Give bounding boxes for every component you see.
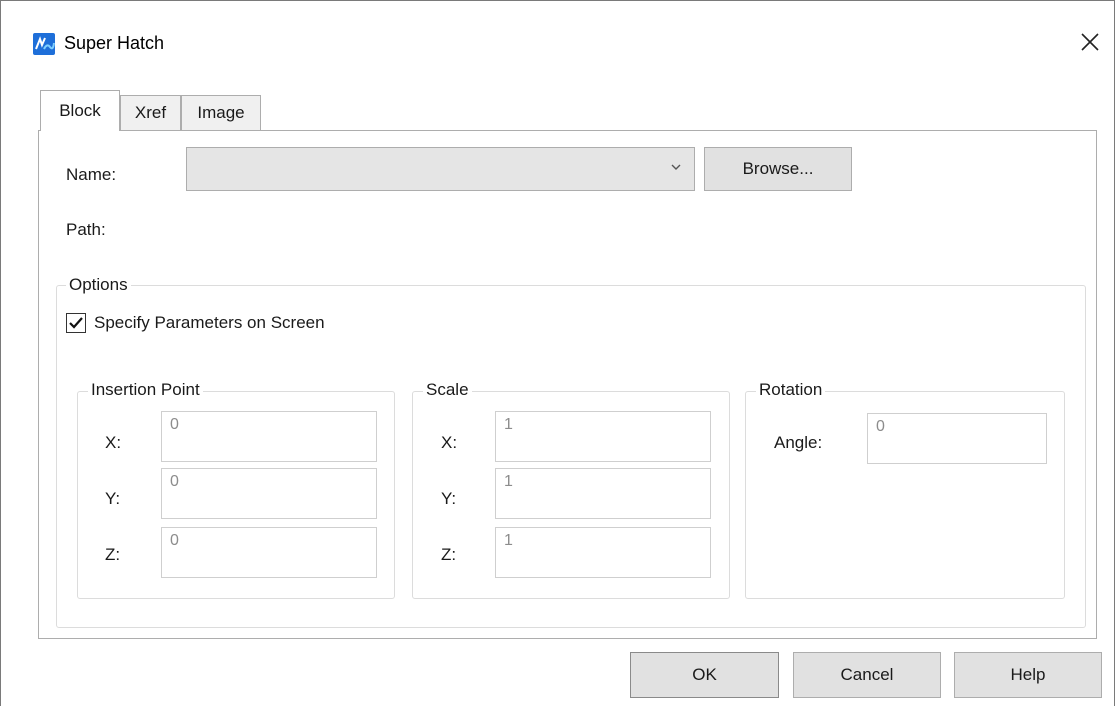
tab-xref[interactable]: Xref	[120, 95, 181, 130]
cancel-button[interactable]: Cancel	[793, 652, 941, 698]
help-button[interactable]: Help	[954, 652, 1102, 698]
browse-button[interactable]: Browse...	[704, 147, 852, 191]
scale-y-label: Y:	[441, 489, 457, 508]
tab-block[interactable]: Block	[40, 90, 120, 131]
help-button-label: Help	[1010, 665, 1046, 684]
insertion-x-label: X:	[105, 433, 122, 452]
ok-button-label: OK	[692, 665, 717, 684]
chevron-down-icon	[671, 164, 681, 170]
insertion-point-caption: Insertion Point	[88, 379, 203, 401]
scale-caption: Scale	[423, 379, 472, 401]
close-icon	[1081, 33, 1099, 51]
window-border-top	[0, 0, 1115, 1]
window-border-left	[0, 0, 1, 706]
scale-x-field[interactable]: 1	[495, 411, 711, 462]
window-title: Super Hatch	[64, 33, 165, 53]
tab-label: Xref	[134, 103, 167, 122]
cancel-button-label: Cancel	[840, 665, 894, 684]
scale-z-field[interactable]: 1	[495, 527, 711, 578]
rotation-caption: Rotation	[756, 379, 826, 401]
tab-image[interactable]: Image	[181, 95, 261, 130]
tab-label: Image	[197, 103, 245, 122]
checkmark-icon	[69, 317, 83, 329]
path-label: Path:	[66, 220, 106, 239]
super-hatch-app-icon	[33, 33, 55, 55]
tab-label: Block	[59, 101, 101, 120]
insertion-y-field[interactable]: 0	[161, 468, 377, 519]
options-caption: Options	[66, 274, 131, 296]
scale-x-label: X:	[441, 433, 458, 452]
insertion-x-field[interactable]: 0	[161, 411, 377, 462]
rotation-angle-field[interactable]: 0	[867, 413, 1047, 464]
rotation-angle-label: Angle:	[774, 433, 823, 452]
insertion-y-label: Y:	[105, 489, 121, 508]
specify-parameters-checkbox[interactable]	[66, 313, 86, 333]
browse-button-label: Browse...	[742, 159, 814, 178]
insertion-z-field[interactable]: 0	[161, 527, 377, 578]
close-button[interactable]	[1070, 22, 1110, 62]
insertion-z-label: Z:	[105, 545, 121, 564]
scale-z-label: Z:	[441, 545, 457, 564]
ok-button[interactable]: OK	[630, 652, 779, 698]
name-combobox[interactable]	[186, 147, 695, 191]
specify-parameters-label: Specify Parameters on Screen	[94, 313, 325, 332]
name-label: Name:	[66, 165, 117, 184]
scale-y-field[interactable]: 1	[495, 468, 711, 519]
